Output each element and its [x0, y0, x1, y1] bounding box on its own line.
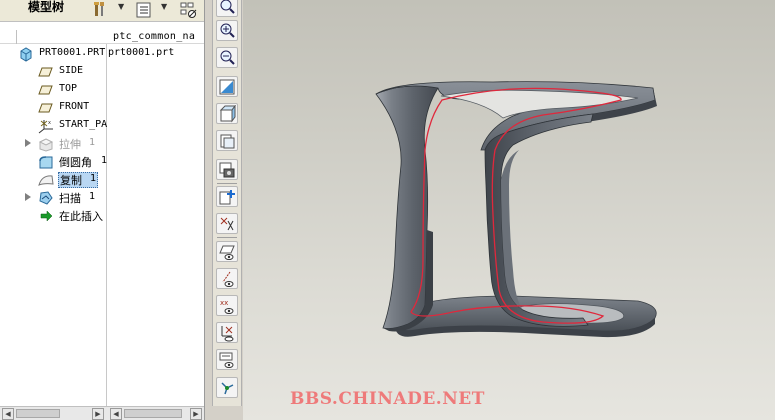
point-display-icon: xx [220, 299, 234, 314]
datum-plane-icon [38, 100, 54, 116]
round-icon [38, 154, 54, 170]
model-tree-panel: 模型树 ▼ ▼ ptc_common_na PRT0001.PRT prt000… [0, 0, 205, 420]
datum-plane-icon [38, 64, 54, 80]
tree-horizontal-scrollbar[interactable]: ◀ ▶ ◀ ▶ [0, 406, 204, 420]
csys-display-button[interactable] [216, 213, 238, 234]
tools-icon[interactable] [92, 1, 110, 19]
tree-item-number: 1 [101, 155, 108, 166]
model-tree-title: 模型树 [28, 0, 65, 14]
tree-item-label: 复制 [60, 174, 82, 187]
tree-item-label: FRONT [59, 101, 90, 112]
tree-item-label: TOP [59, 83, 78, 94]
zoom-in-icon [220, 23, 235, 38]
part-model-3d[interactable] [243, 0, 775, 420]
saved-views-icon [220, 134, 235, 149]
repaint-icon [219, 79, 235, 95]
part-icon [18, 46, 34, 62]
annotation-icon [219, 352, 234, 368]
tree-filter-icon[interactable] [135, 1, 153, 19]
tree-item-insert-here[interactable]: 在此插入 [0, 207, 204, 225]
toolbar-separator [217, 183, 237, 184]
tree-item-start-pa[interactable]: x START_PA [0, 117, 204, 135]
csys-toggle-icon [221, 326, 234, 342]
expand-arrow-icon[interactable] [25, 139, 31, 147]
csys-toggle-button[interactable] [216, 322, 238, 343]
column-separator [16, 30, 17, 44]
datum-point-display-button[interactable] [216, 186, 238, 207]
layer-button[interactable] [216, 159, 238, 180]
csys-display-icon [220, 217, 234, 231]
copy-surface-icon [38, 172, 54, 188]
orient-button[interactable] [216, 103, 238, 124]
tree-item-top[interactable]: TOP [0, 81, 204, 99]
svg-text:xx: xx [220, 299, 228, 307]
tree-item-prt0001[interactable]: PRT0001.PRT prt0001.prt [0, 45, 204, 63]
repaint-button[interactable] [216, 76, 238, 97]
tree-item-front[interactable]: FRONT [0, 99, 204, 117]
scroll-right-icon[interactable]: ▶ [92, 408, 104, 420]
scroll-left-icon[interactable]: ◀ [2, 408, 14, 420]
svg-text:x: x [48, 120, 51, 126]
saved-views-button[interactable] [216, 130, 238, 151]
filter-dropdown-icon[interactable]: ▼ [161, 2, 167, 11]
axis-display-icon [222, 271, 234, 287]
csys-icon: x [38, 118, 54, 134]
insert-here-arrow-icon [38, 208, 54, 224]
tree-item-number: 1 [89, 137, 96, 148]
tree-item-number: 1 [90, 173, 97, 184]
model-tree-toolbar: 模型树 ▼ ▼ [0, 0, 204, 22]
layer-icon [219, 162, 235, 178]
expand-arrow-icon[interactable] [25, 193, 31, 201]
tree-item-label: START_PA [59, 119, 108, 130]
tree-item-label: PRT0001.PRT [39, 47, 106, 58]
left-wall-face [375, 85, 439, 332]
datum-point-display-icon [219, 190, 235, 205]
watermark-text: BBS.CHINADE.NET [290, 389, 485, 409]
datum-plane-display-icon [219, 245, 235, 260]
show-hide-icon[interactable] [180, 1, 198, 19]
tree-item-label: 在此插入 [59, 210, 103, 223]
tree-item-label: 拉伸 [59, 138, 81, 151]
tree-item-sweep[interactable]: 扫描 1 [0, 189, 204, 207]
scroll-left-icon[interactable]: ◀ [110, 408, 122, 420]
scroll-right-icon[interactable]: ▶ [190, 408, 202, 420]
tree-item-round[interactable]: 倒圆角 1 [0, 153, 204, 171]
graphics-window[interactable]: BBS.CHINADE.NET [243, 0, 775, 420]
zoom-fit-button[interactable] [216, 0, 238, 17]
tree-item-label: 扫描 [59, 192, 81, 205]
tree-item-side[interactable]: SIDE [0, 63, 204, 81]
spin-center-icon [221, 382, 234, 395]
column-header-common-name[interactable]: ptc_common_na [113, 31, 195, 42]
zoom-fit-icon [220, 0, 235, 14]
extrude-icon [38, 136, 54, 152]
sweep-icon [38, 190, 54, 206]
tools-dropdown-icon[interactable]: ▼ [118, 2, 124, 11]
datum-plane-display-button[interactable] [216, 241, 238, 262]
zoom-out-icon [220, 50, 235, 65]
tree-item-number: 1 [89, 191, 96, 202]
orient-icon [219, 105, 236, 123]
annotation-button[interactable] [216, 349, 238, 370]
zoom-out-button[interactable] [216, 47, 238, 68]
tree-item-common-name: prt0001.prt [108, 47, 175, 58]
datum-plane-icon [38, 82, 54, 98]
tree-item-copy[interactable]: 复制 1 [0, 171, 204, 189]
view-toolbar: xx [212, 0, 242, 406]
scroll-thumb[interactable] [124, 409, 182, 418]
tree-item-extrude[interactable]: 拉伸 1 [0, 135, 204, 153]
tree-item-label: SIDE [59, 65, 84, 76]
tree-item-label: 倒圆角 [59, 156, 92, 169]
axis-display-button[interactable] [216, 268, 238, 289]
scroll-thumb[interactable] [16, 409, 60, 418]
spin-center-button[interactable] [216, 377, 238, 398]
point-display-button[interactable]: xx [216, 295, 238, 316]
toolbar-separator [217, 237, 237, 238]
right-wall-face [484, 113, 594, 327]
zoom-in-button[interactable] [216, 20, 238, 41]
